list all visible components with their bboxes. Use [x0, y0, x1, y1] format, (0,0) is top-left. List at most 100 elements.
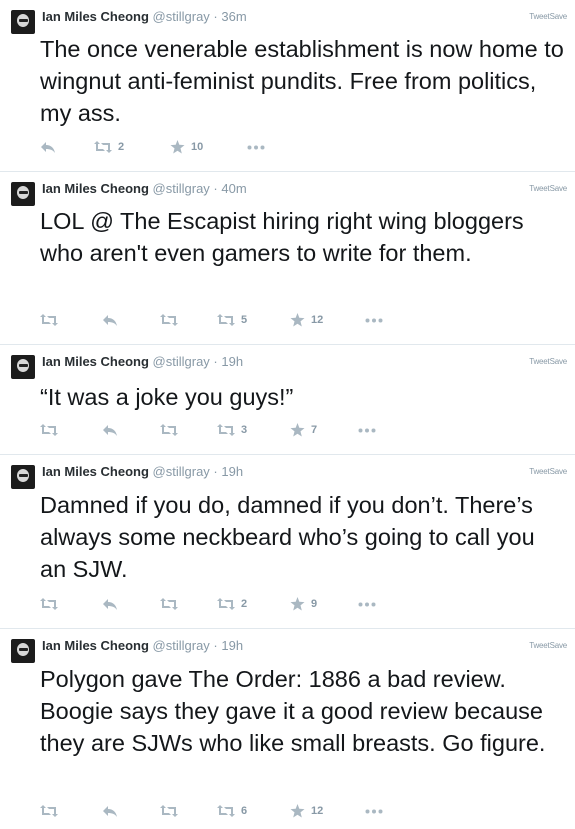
author-handle[interactable]: @stillgray	[153, 354, 210, 369]
more-button[interactable]	[247, 136, 265, 158]
retweet-count: 3	[241, 424, 248, 436]
more-button[interactable]	[365, 309, 383, 331]
retweet-button[interactable]: 2	[94, 136, 124, 158]
more-button[interactable]	[365, 800, 383, 822]
retweet-button[interactable]	[160, 800, 178, 822]
more-icon	[365, 809, 383, 813]
retweet-icon	[217, 314, 235, 326]
separator: ·	[213, 354, 218, 369]
tweet-time[interactable]: 19h	[221, 354, 243, 369]
more-button[interactable]	[358, 593, 376, 615]
retweet-button[interactable]	[40, 800, 58, 822]
reply-button[interactable]	[40, 136, 56, 158]
author-name[interactable]: Ian Miles Cheong	[42, 181, 149, 196]
retweet-icon	[160, 805, 178, 817]
retweet-icon	[217, 598, 235, 610]
author-name[interactable]: Ian Miles Cheong	[42, 9, 149, 24]
retweet-icon	[94, 141, 112, 153]
retweet-button[interactable]: 2	[217, 593, 247, 615]
tweet-time[interactable]: 36m	[221, 9, 246, 24]
avatar[interactable]	[11, 10, 35, 34]
separator: ·	[213, 638, 218, 653]
tweet: Ian Miles Cheong @stillgray · 19h TweetS…	[0, 455, 575, 629]
star-icon	[290, 804, 305, 818]
favorite-count: 12	[311, 805, 324, 817]
favorite-button[interactable]: 10	[170, 136, 203, 158]
more-icon	[358, 602, 376, 606]
tweet: Ian Miles Cheong @stillgray · 40m TweetS…	[0, 172, 575, 345]
author-handle[interactable]: @stillgray	[153, 9, 210, 24]
reply-button[interactable]	[102, 593, 118, 615]
favorite-count: 12	[311, 314, 324, 326]
avatar[interactable]	[11, 355, 35, 379]
separator: ·	[213, 181, 218, 196]
avatar[interactable]	[11, 465, 35, 489]
tweet: Ian Miles Cheong @stillgray · 19h TweetS…	[0, 345, 575, 455]
tweetsave-label: TweetSave	[529, 467, 567, 476]
favorite-count: 10	[191, 141, 204, 153]
tweet-actions: 5 12	[40, 309, 400, 331]
reply-icon	[103, 425, 117, 436]
retweet-button[interactable]: 5	[217, 309, 247, 331]
author-handle[interactable]: @stillgray	[153, 181, 210, 196]
tweet-header: Ian Miles Cheong @stillgray · 19h	[42, 353, 243, 371]
more-button[interactable]	[358, 419, 376, 441]
avatar[interactable]	[11, 182, 35, 206]
reply-button[interactable]	[102, 309, 118, 331]
tweetsave-label: TweetSave	[529, 12, 567, 21]
retweet-button[interactable]	[160, 309, 178, 331]
author-name[interactable]: Ian Miles Cheong	[42, 638, 149, 653]
retweet-button[interactable]: 6	[217, 800, 247, 822]
tweet-time[interactable]: 19h	[221, 638, 243, 653]
author-name[interactable]: Ian Miles Cheong	[42, 464, 149, 479]
retweet-icon	[217, 805, 235, 817]
retweet-button[interactable]	[160, 419, 178, 441]
retweet-icon	[160, 314, 178, 326]
retweet-button[interactable]	[40, 593, 58, 615]
reply-icon	[103, 315, 117, 326]
favorite-button[interactable]: 9	[290, 593, 317, 615]
favorite-button[interactable]: 12	[290, 309, 323, 331]
more-icon	[358, 428, 376, 432]
retweet-icon	[217, 424, 235, 436]
retweet-icon	[160, 598, 178, 610]
tweet-text: Damned if you do, damned if you don’t. T…	[40, 492, 535, 582]
tweet-actions: 2 10	[40, 136, 400, 158]
favorite-button[interactable]: 7	[290, 419, 317, 441]
retweet-button[interactable]	[40, 419, 58, 441]
tweet-actions: 2 9	[40, 593, 400, 615]
star-icon	[290, 313, 305, 327]
tweetsave-label: TweetSave	[529, 357, 567, 366]
separator: ·	[213, 9, 218, 24]
more-icon	[365, 318, 383, 322]
author-handle[interactable]: @stillgray	[153, 464, 210, 479]
retweet-button[interactable]	[40, 309, 58, 331]
tweet-text: LOL @ The Escapist hiring right wing blo…	[40, 208, 524, 266]
avatar[interactable]	[11, 639, 35, 663]
retweet-icon	[40, 314, 58, 326]
tweet-header: Ian Miles Cheong @stillgray · 19h	[42, 637, 243, 655]
tweet-time[interactable]: 19h	[221, 464, 243, 479]
reply-button[interactable]	[102, 419, 118, 441]
tweet: Ian Miles Cheong @stillgray · 19h TweetS…	[0, 629, 575, 829]
retweet-button[interactable]: 3	[217, 419, 247, 441]
reply-icon	[41, 142, 55, 153]
retweet-icon	[40, 805, 58, 817]
retweet-count: 2	[118, 141, 125, 153]
star-icon	[290, 597, 305, 611]
retweet-count: 2	[241, 598, 248, 610]
tweet-time[interactable]: 40m	[221, 181, 246, 196]
favorite-button[interactable]: 12	[290, 800, 323, 822]
tweetsave-label: TweetSave	[529, 184, 567, 193]
favorite-count: 9	[311, 598, 318, 610]
tweet-text: The once venerable establishment is now …	[40, 36, 564, 126]
tweet-header: Ian Miles Cheong @stillgray · 19h	[42, 463, 243, 481]
author-handle[interactable]: @stillgray	[153, 638, 210, 653]
retweet-button[interactable]	[160, 593, 178, 615]
author-name[interactable]: Ian Miles Cheong	[42, 354, 149, 369]
star-icon	[290, 423, 305, 437]
tweet-header: Ian Miles Cheong @stillgray · 36m	[42, 8, 247, 26]
reply-button[interactable]	[102, 800, 118, 822]
separator: ·	[213, 464, 218, 479]
tweet-text: Polygon gave The Order: 1886 a bad revie…	[40, 666, 546, 756]
